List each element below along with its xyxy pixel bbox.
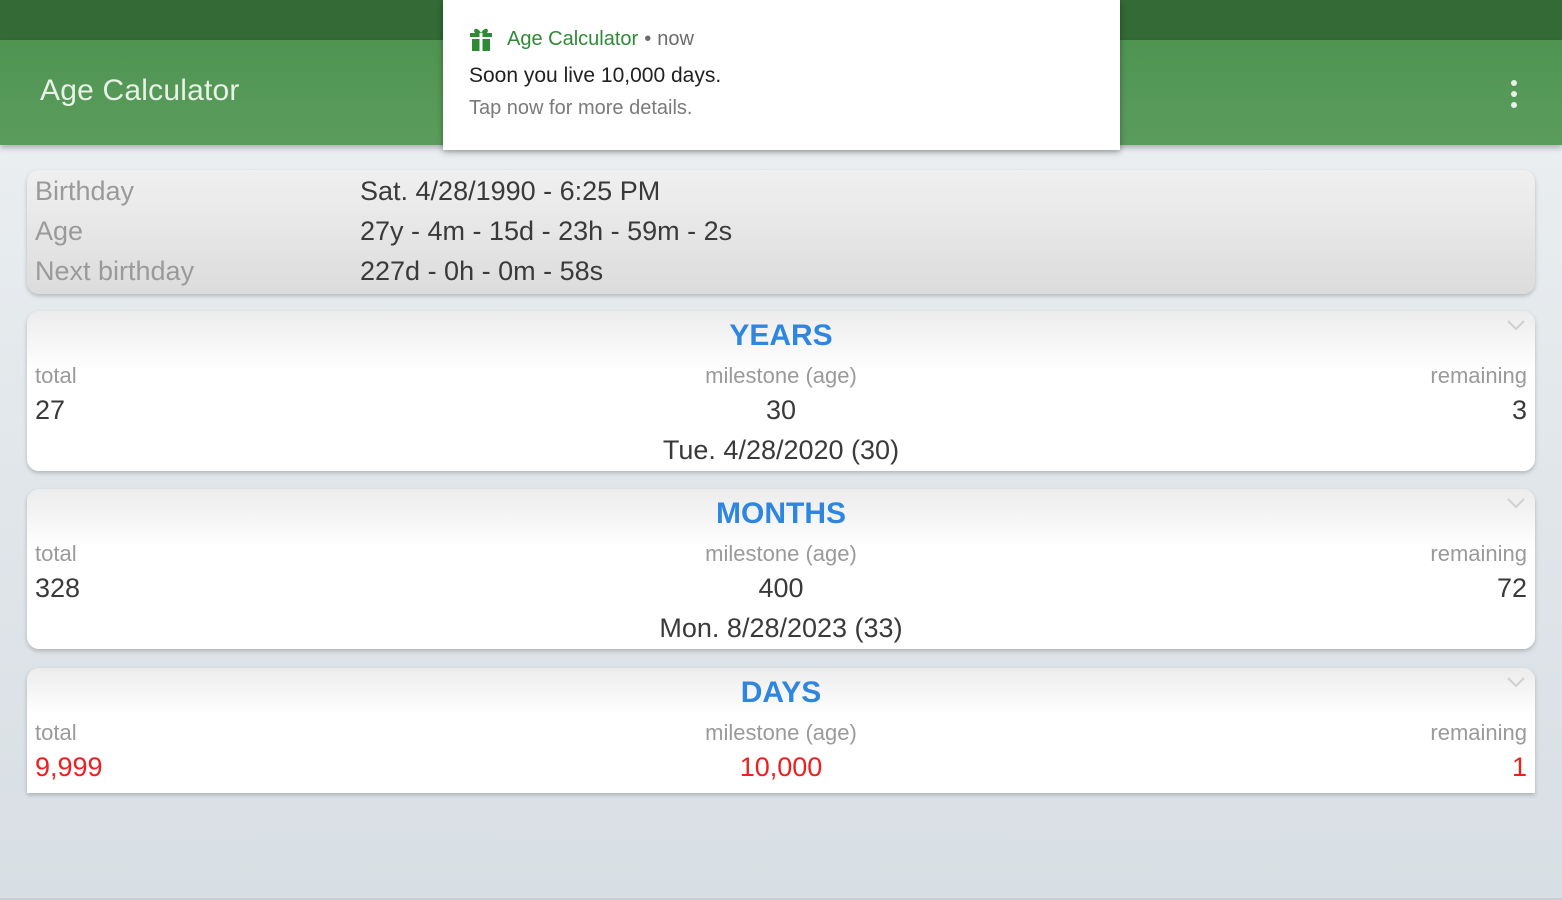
birthday-row: Birthday Sat. 4/28/1990 - 6:25 PM	[35, 176, 660, 210]
notification[interactable]: Age Calculator • now Soon you live 10,00…	[443, 0, 1120, 150]
months-milestone-value: 400	[758, 573, 804, 603]
more-vert-icon[interactable]	[1502, 76, 1526, 112]
years-remaining-label: remaining	[1430, 363, 1527, 388]
age-label: Age	[35, 216, 84, 246]
notification-app-name: Age Calculator	[507, 27, 639, 50]
months-milestone-date: Mon. 8/28/2023 (33)	[659, 613, 903, 643]
app-title: Age Calculator	[40, 74, 240, 107]
birthday-label: Birthday	[35, 176, 135, 206]
years-milestone-value: 30	[765, 395, 797, 425]
chevron-down-icon[interactable]	[1507, 497, 1525, 509]
gift-icon	[470, 28, 492, 51]
years-milestone-date: Tue. 4/28/2020 (30)	[662, 435, 900, 465]
age-value: 27y - 4m - 15d - 23h - 59m - 2s	[360, 216, 733, 246]
next-birthday-row: Next birthday 227d - 0h - 0m - 58s	[35, 256, 603, 290]
months-title: MONTHS	[716, 497, 846, 530]
days-card[interactable]: DAYS total milestone (age) remaining 9,9…	[27, 668, 1535, 793]
notification-header: Age Calculator • now	[469, 26, 694, 52]
years-title: YEARS	[729, 319, 833, 352]
days-milestone-label: milestone (age)	[705, 720, 857, 745]
next-birthday-label: Next birthday	[35, 256, 195, 286]
notification-title: Soon you live 10,000 days.	[469, 64, 722, 87]
notification-time: now	[657, 27, 694, 50]
years-milestone-label: milestone (age)	[705, 363, 857, 388]
summary-card: Birthday Sat. 4/28/1990 - 6:25 PM Age 27…	[27, 170, 1535, 294]
months-milestone-label: milestone (age)	[705, 541, 857, 566]
days-title: DAYS	[740, 676, 822, 709]
days-milestone-value: 10,000	[739, 752, 823, 782]
years-card[interactable]: YEARS total milestone (age) remaining 27…	[27, 311, 1535, 471]
birthday-value: Sat. 4/28/1990 - 6:25 PM	[360, 176, 661, 206]
days-remaining-label: remaining	[1430, 720, 1527, 745]
months-remaining-value: 72	[1496, 573, 1527, 603]
months-remaining-label: remaining	[1430, 541, 1527, 566]
next-birthday-value: 227d - 0h - 0m - 58s	[360, 256, 604, 286]
chevron-down-icon[interactable]	[1507, 676, 1525, 688]
notification-text: Tap now for more details.	[469, 97, 693, 119]
notification-separator: •	[644, 27, 652, 50]
months-card[interactable]: MONTHS total milestone (age) remaining 3…	[27, 489, 1535, 649]
age-row: Age 27y - 4m - 15d - 23h - 59m - 2s	[35, 216, 732, 250]
years-remaining-value: 3	[1511, 395, 1527, 425]
days-remaining-value: 1	[1511, 752, 1527, 782]
chevron-down-icon[interactable]	[1507, 319, 1525, 331]
